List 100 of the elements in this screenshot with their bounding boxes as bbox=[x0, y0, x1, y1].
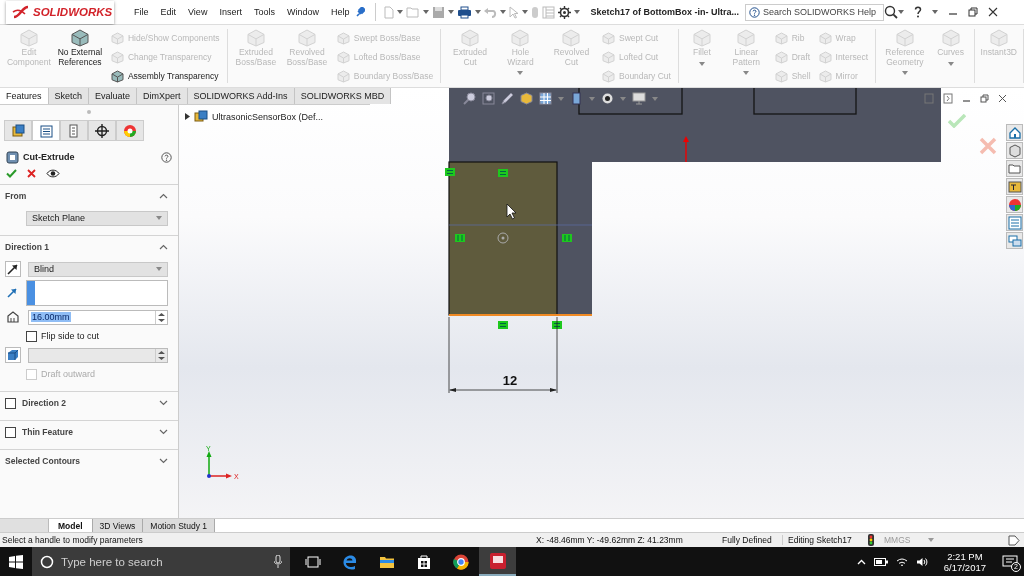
pin-icon[interactable] bbox=[355, 7, 366, 17]
caret-icon[interactable] bbox=[574, 10, 581, 14]
expand-chevron-icon[interactable] bbox=[159, 429, 168, 435]
image-icon[interactable] bbox=[1006, 178, 1023, 195]
logo-mark-icon bbox=[12, 5, 30, 19]
search-icon[interactable] bbox=[883, 5, 898, 19]
clock[interactable]: 2:21 PM 6/17/2017 bbox=[943, 550, 986, 573]
magnifier-icon[interactable] bbox=[482, 92, 495, 105]
check-icon[interactable] bbox=[6, 169, 17, 178]
search-field[interactable]: Search SOLIDWORKS Help bbox=[744, 3, 884, 21]
tab[interactable]: Evaluate bbox=[89, 88, 138, 104]
tool-button[interactable]: No External References bbox=[53, 29, 106, 67]
cube-icon[interactable] bbox=[1006, 142, 1023, 159]
menu-item[interactable]: Help bbox=[324, 7, 356, 17]
tab[interactable]: Motion Study 1 bbox=[143, 519, 215, 532]
tab[interactable]: Sketch bbox=[48, 88, 90, 104]
windows-logo-icon[interactable] bbox=[9, 554, 23, 569]
microphone-icon[interactable] bbox=[274, 555, 282, 568]
relation-icon[interactable] bbox=[498, 169, 508, 177]
relation-icon[interactable] bbox=[552, 321, 562, 329]
dimension-value[interactable]: 12 bbox=[502, 373, 518, 388]
selection-box[interactable] bbox=[26, 280, 168, 306]
logo-text: SOLIDWORKS bbox=[33, 6, 113, 18]
caret-icon[interactable] bbox=[897, 10, 904, 14]
expand-arrow-icon[interactable] bbox=[184, 113, 190, 120]
restore-icon[interactable] bbox=[980, 94, 989, 103]
caret-icon[interactable] bbox=[448, 10, 455, 14]
tab[interactable]: 3D Views bbox=[92, 519, 144, 532]
checkbox[interactable] bbox=[5, 397, 16, 409]
depth-field[interactable]: 16.00mm bbox=[28, 309, 168, 325]
search-field[interactable]: Type here to search bbox=[32, 547, 290, 576]
relation-icon[interactable] bbox=[445, 168, 455, 176]
wifi-icon[interactable] bbox=[895, 556, 908, 567]
cube-icon bbox=[602, 50, 615, 64]
cube-icon bbox=[110, 31, 124, 45]
draft-button[interactable] bbox=[5, 347, 21, 363]
caret-icon[interactable] bbox=[931, 10, 938, 14]
cube-icon bbox=[818, 31, 832, 45]
help-icon[interactable] bbox=[913, 6, 922, 18]
settings-icon[interactable] bbox=[558, 5, 572, 19]
menu-item[interactable]: Window bbox=[280, 7, 325, 17]
expand-panel-icon[interactable] bbox=[943, 93, 953, 104]
magnifier-icon[interactable] bbox=[463, 92, 476, 105]
app-icon[interactable] bbox=[479, 547, 516, 576]
cube-icon bbox=[336, 69, 350, 83]
expand-chevron-icon[interactable] bbox=[159, 400, 168, 406]
checkbox[interactable] bbox=[26, 330, 37, 342]
notification-icon[interactable] bbox=[1002, 554, 1018, 569]
caret-icon[interactable] bbox=[397, 10, 404, 14]
monitor-icon[interactable] bbox=[632, 92, 646, 105]
caret-icon[interactable] bbox=[500, 10, 507, 14]
document-title: Sketch17 of BottomBox -in- Ultra... bbox=[590, 7, 739, 17]
caret-icon[interactable] bbox=[522, 10, 529, 14]
close-icon[interactable] bbox=[998, 94, 1007, 103]
battery-icon[interactable] bbox=[873, 557, 888, 566]
menu-item[interactable]: File bbox=[128, 7, 155, 17]
expand-chevron-icon[interactable] bbox=[159, 458, 168, 464]
collapse-chevron-icon[interactable] bbox=[159, 193, 168, 199]
cube-icon[interactable] bbox=[520, 92, 533, 105]
splitter-handle[interactable] bbox=[87, 110, 91, 114]
tab[interactable]: DimXpert bbox=[137, 88, 188, 104]
relation-icon[interactable] bbox=[498, 321, 508, 329]
home-icon[interactable] bbox=[1006, 124, 1023, 141]
sketch-status: Fully Defined bbox=[721, 535, 773, 545]
caret-icon[interactable] bbox=[423, 10, 430, 14]
checkbox[interactable] bbox=[5, 426, 16, 438]
cube-icon bbox=[110, 69, 124, 83]
collapse-chevron-icon[interactable] bbox=[159, 244, 168, 250]
tree-item[interactable]: UltrasonicSensorBox (Def... bbox=[212, 111, 324, 122]
close-icon[interactable] bbox=[987, 7, 998, 17]
menu-item[interactable]: Insert bbox=[213, 7, 248, 17]
menu-item[interactable]: View bbox=[182, 7, 214, 17]
color-wheel-icon[interactable] bbox=[1006, 196, 1023, 213]
eye-icon[interactable] bbox=[601, 92, 614, 105]
tab[interactable]: SOLIDWORKS Add-Ins bbox=[187, 88, 295, 104]
box-icon[interactable] bbox=[570, 92, 583, 105]
restore-icon[interactable] bbox=[967, 7, 978, 17]
speaker-icon[interactable] bbox=[915, 556, 928, 567]
spin-buttons[interactable] bbox=[155, 310, 167, 324]
eye-icon[interactable] bbox=[46, 169, 60, 178]
tool-button[interactable]: Assembly Transparency bbox=[107, 67, 223, 85]
chevron-up-icon[interactable] bbox=[856, 558, 866, 565]
caret-icon[interactable] bbox=[156, 267, 162, 271]
reverse-direction-button[interactable] bbox=[5, 261, 21, 277]
dropdown[interactable]: Blind bbox=[28, 261, 168, 277]
menu-item[interactable]: Tools bbox=[247, 7, 281, 17]
chat-icon[interactable] bbox=[1006, 232, 1023, 249]
tab[interactable]: SOLIDWORKS MBD bbox=[294, 88, 392, 104]
dropdown[interactable]: Sketch Plane bbox=[26, 210, 168, 226]
panel-toggle-icon[interactable] bbox=[924, 93, 934, 104]
menu-item[interactable]: Edit bbox=[154, 7, 183, 17]
checkbox-label: Draft outward bbox=[41, 369, 96, 379]
panel-tab[interactable] bbox=[4, 120, 32, 140]
pencil-icon[interactable] bbox=[501, 92, 514, 105]
grid-icon[interactable] bbox=[539, 92, 552, 105]
panel-tab[interactable] bbox=[88, 120, 116, 140]
print-icon[interactable] bbox=[457, 5, 473, 19]
cube-icon bbox=[336, 31, 350, 45]
caret-icon[interactable] bbox=[156, 216, 162, 220]
caret-icon[interactable] bbox=[475, 10, 482, 14]
